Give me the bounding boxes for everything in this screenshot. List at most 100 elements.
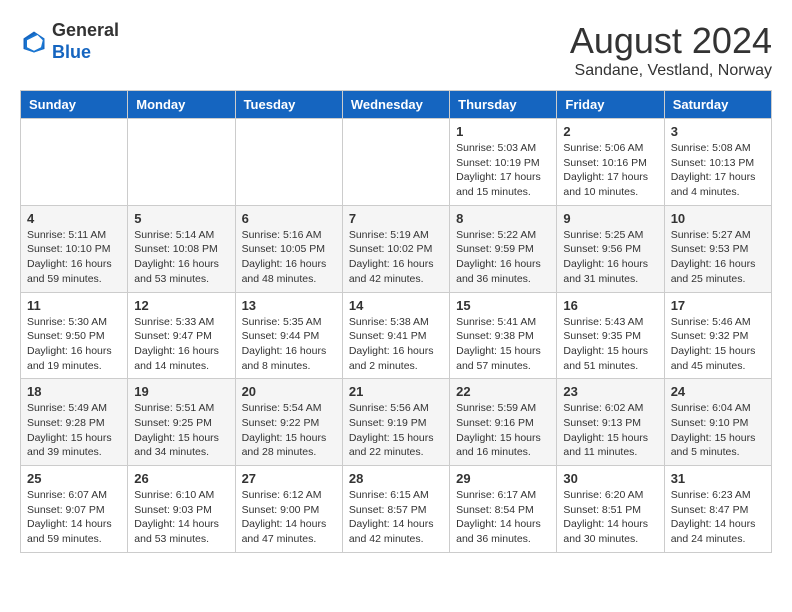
cell-content: Sunrise: 5:16 AM Sunset: 10:05 PM Daylig… bbox=[242, 228, 336, 287]
calendar-cell: 27Sunrise: 6:12 AM Sunset: 9:00 PM Dayli… bbox=[235, 466, 342, 553]
calendar-week-row: 25 Sunrise: 6:07 AM Sunset: 9:07 PM Dayli… bbox=[21, 466, 772, 553]
day-header-tuesday: Tuesday bbox=[235, 91, 342, 119]
calendar-cell: 10 Sunrise: 5:27 AM Sunset: 9:53 PM Dayli… bbox=[664, 205, 771, 292]
logo: General Blue bbox=[20, 20, 119, 63]
calendar-cell: 2 Sunrise: 5:06 AM Sunset: 10:16 PM Dayli… bbox=[557, 119, 664, 206]
calendar-cell: 22 Sunrise: 5:59 AM Sunset: 9:16 PM Dayli… bbox=[450, 379, 557, 466]
day-number: 2 bbox=[563, 124, 657, 139]
day-number: 16 bbox=[563, 298, 657, 313]
day-number: 22 bbox=[456, 384, 550, 399]
day-number: 23 bbox=[563, 384, 657, 399]
day-number: 5 bbox=[134, 211, 228, 226]
calendar-cell: 26 Sunrise: 6:10 AM Sunset: 9:03 PM Dayli… bbox=[128, 466, 235, 553]
day-number: 24 bbox=[671, 384, 765, 399]
cell-content: Sunrise: 6:23 AM Sunset: 8:47 PM Dayligh… bbox=[671, 488, 765, 547]
day-number: 26 bbox=[134, 471, 228, 486]
cell-content: Sunrise: 6:02 AM Sunset: 9:13 PM Dayligh… bbox=[563, 401, 657, 460]
day-number: 9 bbox=[563, 211, 657, 226]
day-number: 13 bbox=[242, 298, 336, 313]
cell-content: Sunrise: 5:14 AM Sunset: 10:08 PM Daylig… bbox=[134, 228, 228, 287]
cell-content: Sunrise: 6:07 AM Sunset: 9:07 PM Dayligh… bbox=[27, 488, 121, 547]
calendar-cell: 25 Sunrise: 6:07 AM Sunset: 9:07 PM Dayli… bbox=[21, 466, 128, 553]
calendar-cell: 19 Sunrise: 5:51 AM Sunset: 9:25 PM Dayli… bbox=[128, 379, 235, 466]
calendar-cell: 11 Sunrise: 5:30 AM Sunset: 9:50 PM Dayli… bbox=[21, 292, 128, 379]
day-number: 6 bbox=[242, 211, 336, 226]
logo-general: General bbox=[52, 20, 119, 40]
day-number: 25 bbox=[27, 471, 121, 486]
calendar-cell: 5 Sunrise: 5:14 AM Sunset: 10:08 PM Dayli… bbox=[128, 205, 235, 292]
day-number: 21 bbox=[349, 384, 443, 399]
calendar-cell: 6 Sunrise: 5:16 AM Sunset: 10:05 PM Dayli… bbox=[235, 205, 342, 292]
cell-content: Sunrise: 5:59 AM Sunset: 9:16 PM Dayligh… bbox=[456, 401, 550, 460]
title-block: August 2024 Sandane, Vestland, Norway bbox=[570, 20, 772, 80]
cell-content: Sunrise: 5:11 AM Sunset: 10:10 PM Daylig… bbox=[27, 228, 121, 287]
cell-content: Sunrise: 6:17 AM Sunset: 8:54 PM Dayligh… bbox=[456, 488, 550, 547]
day-number: 10 bbox=[671, 211, 765, 226]
calendar-week-row: 18Sunrise: 5:49 AM Sunset: 9:28 PM Dayli… bbox=[21, 379, 772, 466]
day-number: 7 bbox=[349, 211, 443, 226]
calendar-cell bbox=[342, 119, 449, 206]
calendar-cell: 13Sunrise: 5:35 AM Sunset: 9:44 PM Dayli… bbox=[235, 292, 342, 379]
cell-content: Sunrise: 5:38 AM Sunset: 9:41 PM Dayligh… bbox=[349, 315, 443, 374]
calendar-cell bbox=[21, 119, 128, 206]
calendar-cell: 1 Sunrise: 5:03 AM Sunset: 10:19 PM Dayli… bbox=[450, 119, 557, 206]
cell-content: Sunrise: 5:27 AM Sunset: 9:53 PM Dayligh… bbox=[671, 228, 765, 287]
calendar-cell: 15Sunrise: 5:41 AM Sunset: 9:38 PM Dayli… bbox=[450, 292, 557, 379]
day-number: 27 bbox=[242, 471, 336, 486]
day-number: 14 bbox=[349, 298, 443, 313]
day-number: 30 bbox=[563, 471, 657, 486]
calendar-cell: 30 Sunrise: 6:20 AM Sunset: 8:51 PM Dayli… bbox=[557, 466, 664, 553]
calendar-cell: 14 Sunrise: 5:38 AM Sunset: 9:41 PM Dayli… bbox=[342, 292, 449, 379]
calendar-cell: 12 Sunrise: 5:33 AM Sunset: 9:47 PM Dayli… bbox=[128, 292, 235, 379]
calendar-cell: 20Sunrise: 5:54 AM Sunset: 9:22 PM Dayli… bbox=[235, 379, 342, 466]
day-header-friday: Friday bbox=[557, 91, 664, 119]
calendar-cell: 3 Sunrise: 5:08 AM Sunset: 10:13 PM Dayli… bbox=[664, 119, 771, 206]
calendar-cell: 17 Sunrise: 5:46 AM Sunset: 9:32 PM Dayli… bbox=[664, 292, 771, 379]
cell-content: Sunrise: 6:20 AM Sunset: 8:51 PM Dayligh… bbox=[563, 488, 657, 547]
calendar-week-row: 1 Sunrise: 5:03 AM Sunset: 10:19 PM Dayli… bbox=[21, 119, 772, 206]
day-number: 3 bbox=[671, 124, 765, 139]
logo-text: General Blue bbox=[52, 20, 119, 63]
cell-content: Sunrise: 5:06 AM Sunset: 10:16 PM Daylig… bbox=[563, 141, 657, 200]
cell-content: Sunrise: 5:08 AM Sunset: 10:13 PM Daylig… bbox=[671, 141, 765, 200]
day-number: 19 bbox=[134, 384, 228, 399]
cell-content: Sunrise: 5:22 AM Sunset: 9:59 PM Dayligh… bbox=[456, 228, 550, 287]
cell-content: Sunrise: 5:54 AM Sunset: 9:22 PM Dayligh… bbox=[242, 401, 336, 460]
calendar-cell bbox=[128, 119, 235, 206]
logo-blue: Blue bbox=[52, 42, 91, 62]
cell-content: Sunrise: 6:15 AM Sunset: 8:57 PM Dayligh… bbox=[349, 488, 443, 547]
cell-content: Sunrise: 6:10 AM Sunset: 9:03 PM Dayligh… bbox=[134, 488, 228, 547]
cell-content: Sunrise: 6:04 AM Sunset: 9:10 PM Dayligh… bbox=[671, 401, 765, 460]
cell-content: Sunrise: 5:41 AM Sunset: 9:38 PM Dayligh… bbox=[456, 315, 550, 374]
cell-content: Sunrise: 5:56 AM Sunset: 9:19 PM Dayligh… bbox=[349, 401, 443, 460]
day-number: 8 bbox=[456, 211, 550, 226]
day-header-wednesday: Wednesday bbox=[342, 91, 449, 119]
calendar-cell: 21 Sunrise: 5:56 AM Sunset: 9:19 PM Dayli… bbox=[342, 379, 449, 466]
cell-content: Sunrise: 5:30 AM Sunset: 9:50 PM Dayligh… bbox=[27, 315, 121, 374]
calendar-cell: 16Sunrise: 5:43 AM Sunset: 9:35 PM Dayli… bbox=[557, 292, 664, 379]
calendar-cell: 9 Sunrise: 5:25 AM Sunset: 9:56 PM Daylig… bbox=[557, 205, 664, 292]
month-year: August 2024 bbox=[570, 20, 772, 62]
calendar-cell: 4Sunrise: 5:11 AM Sunset: 10:10 PM Dayli… bbox=[21, 205, 128, 292]
cell-content: Sunrise: 5:33 AM Sunset: 9:47 PM Dayligh… bbox=[134, 315, 228, 374]
cell-content: Sunrise: 5:19 AM Sunset: 10:02 PM Daylig… bbox=[349, 228, 443, 287]
cell-content: Sunrise: 5:25 AM Sunset: 9:56 PM Dayligh… bbox=[563, 228, 657, 287]
calendar-cell: 28Sunrise: 6:15 AM Sunset: 8:57 PM Dayli… bbox=[342, 466, 449, 553]
day-number: 1 bbox=[456, 124, 550, 139]
day-header-saturday: Saturday bbox=[664, 91, 771, 119]
day-header-sunday: Sunday bbox=[21, 91, 128, 119]
calendar-cell: 18Sunrise: 5:49 AM Sunset: 9:28 PM Dayli… bbox=[21, 379, 128, 466]
calendar-cell: 8 Sunrise: 5:22 AM Sunset: 9:59 PM Daylig… bbox=[450, 205, 557, 292]
day-header-thursday: Thursday bbox=[450, 91, 557, 119]
cell-content: Sunrise: 5:03 AM Sunset: 10:19 PM Daylig… bbox=[456, 141, 550, 200]
cell-content: Sunrise: 5:51 AM Sunset: 9:25 PM Dayligh… bbox=[134, 401, 228, 460]
location: Sandane, Vestland, Norway bbox=[570, 62, 772, 80]
calendar-week-row: 11 Sunrise: 5:30 AM Sunset: 9:50 PM Dayli… bbox=[21, 292, 772, 379]
logo-icon bbox=[20, 28, 48, 56]
day-number: 29 bbox=[456, 471, 550, 486]
day-header-monday: Monday bbox=[128, 91, 235, 119]
day-number: 11 bbox=[27, 298, 121, 313]
day-number: 12 bbox=[134, 298, 228, 313]
day-number: 17 bbox=[671, 298, 765, 313]
cell-content: Sunrise: 5:46 AM Sunset: 9:32 PM Dayligh… bbox=[671, 315, 765, 374]
